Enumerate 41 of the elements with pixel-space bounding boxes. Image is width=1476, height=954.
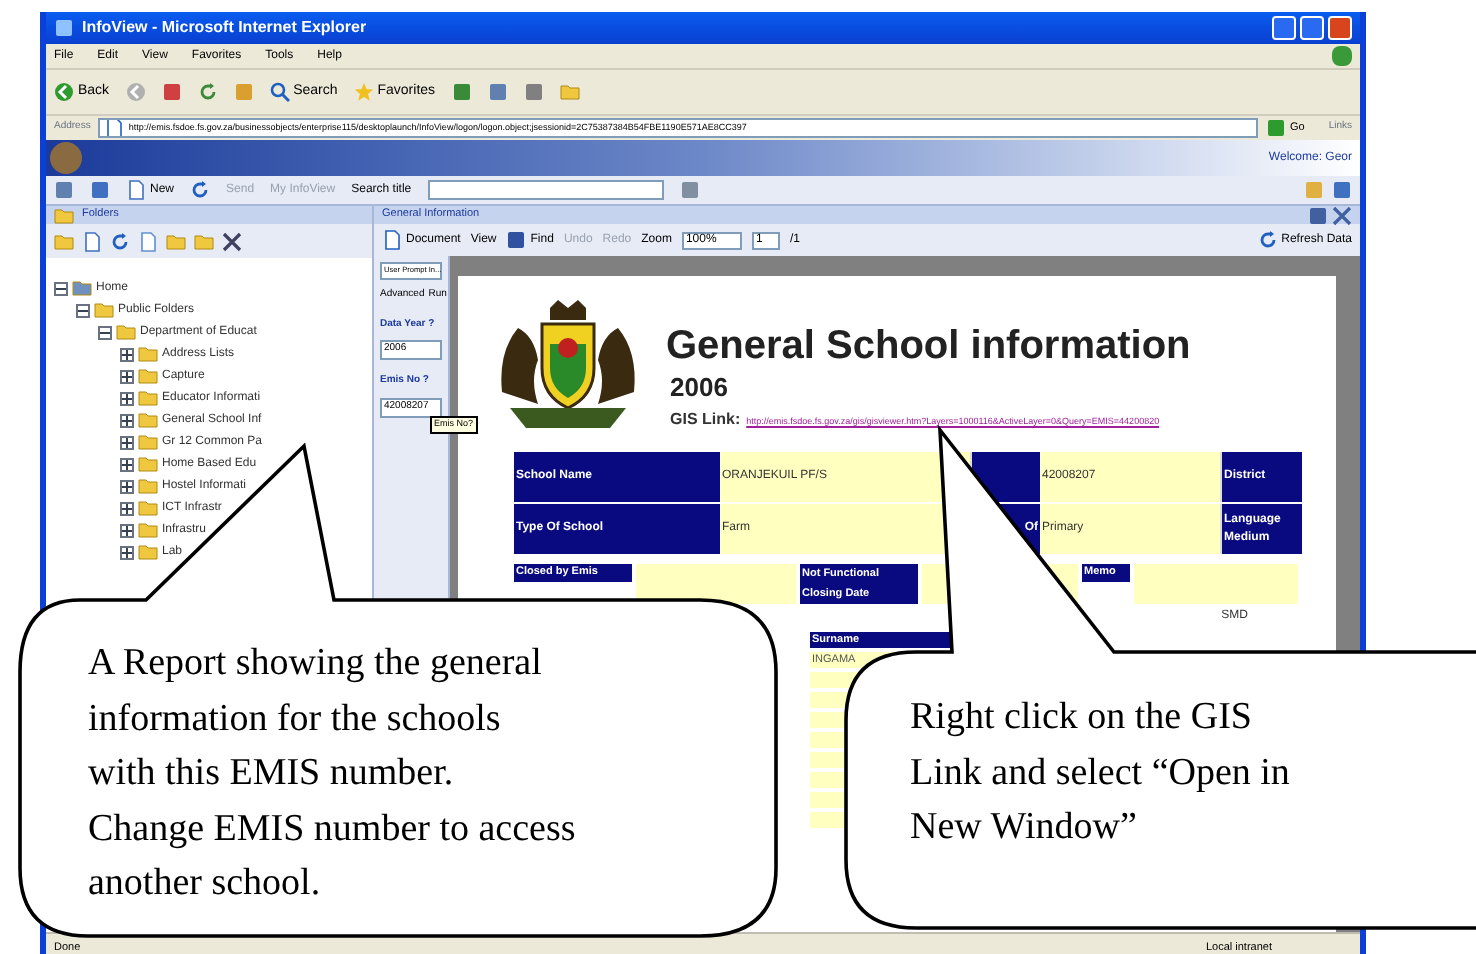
- page-icon[interactable]: [82, 231, 102, 251]
- report-year: 2006: [668, 370, 730, 406]
- close-panel-icon[interactable]: [1332, 205, 1352, 225]
- expand-toggle-icon[interactable]: [120, 391, 134, 405]
- star-icon[interactable]: [353, 82, 374, 102]
- collapse-toggle-icon[interactable]: [54, 281, 68, 295]
- callout-text: A Report showing the general information for the schools with this EMIS number. Change EMIS number to access another school.: [88, 640, 576, 908]
- stop-icon[interactable]: [161, 82, 182, 102]
- expand-toggle-icon[interactable]: [120, 369, 134, 383]
- expand-toggle-icon[interactable]: [120, 413, 134, 427]
- refresh-icon[interactable]: [1257, 230, 1278, 250]
- browser-icon[interactable]: [54, 18, 74, 38]
- refresh-icon[interactable]: [190, 180, 211, 200]
- callout-text: Right click on the GIS Link and select “Open in New Window”: [910, 694, 1290, 852]
- minimize-button[interactable]: [1272, 16, 1296, 40]
- expand-toggle-icon[interactable]: [120, 545, 134, 559]
- search-icon[interactable]: [269, 82, 290, 102]
- crest-icon: [50, 142, 82, 174]
- report-title: General School information: [666, 324, 1191, 368]
- expand-toggle-icon[interactable]: [120, 501, 134, 515]
- search-field[interactable]: [427, 180, 664, 200]
- collapse-toggle-icon[interactable]: [76, 303, 90, 317]
- expand-toggle-icon[interactable]: [120, 435, 134, 449]
- window-title: InfoView - Microsoft Internet Explorer: [82, 16, 367, 40]
- maximize-button[interactable]: [1300, 16, 1324, 40]
- expand-toggle-icon[interactable]: [120, 347, 134, 361]
- delete-icon[interactable]: [222, 231, 242, 251]
- page-icon[interactable]: [126, 180, 146, 200]
- expand-toggle-icon[interactable]: [120, 523, 134, 537]
- back-arrow-icon[interactable]: [54, 82, 74, 102]
- folder-icon[interactable]: [559, 82, 580, 102]
- refresh-icon[interactable]: [110, 231, 130, 251]
- expand-toggle-icon[interactable]: [120, 479, 134, 493]
- page-icon[interactable]: [104, 120, 125, 136]
- gis-link-label: GIS Link:: [670, 407, 741, 431]
- reload-icon[interactable]: [197, 82, 218, 102]
- copy-icon[interactable]: [138, 231, 158, 251]
- close-button[interactable]: [1328, 16, 1352, 40]
- expand-toggle-icon[interactable]: [120, 457, 134, 471]
- collapse-toggle-icon[interactable]: [98, 325, 112, 339]
- document-icon[interactable]: [382, 230, 402, 250]
